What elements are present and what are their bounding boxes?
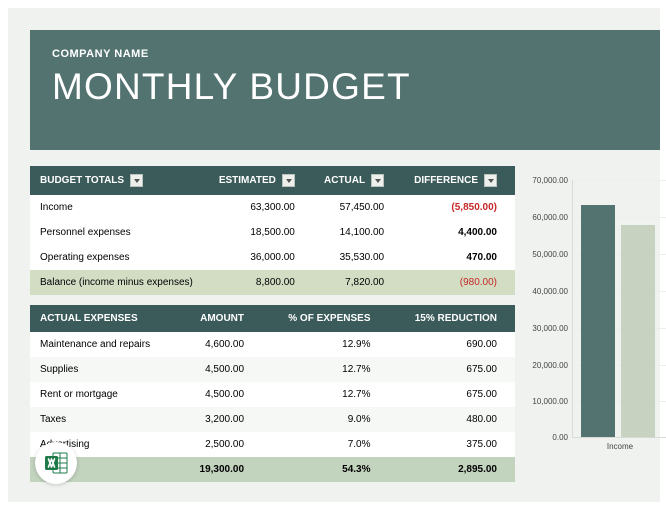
ytick: 30,000.00 <box>526 324 568 333</box>
excel-icon[interactable] <box>35 442 77 484</box>
chart-plot-area <box>572 180 666 438</box>
ytick: 60,000.00 <box>526 213 568 222</box>
page-title: MONTHLY BUDGET <box>52 66 638 108</box>
filter-icon[interactable] <box>130 174 143 187</box>
balance-row: Balance (income minus expenses) 8,800.00… <box>30 270 515 295</box>
table-row: Taxes 3,200.00 9.0% 480.00 <box>30 407 515 432</box>
spreadsheet-canvas: COMPANY NAME MONTHLY BUDGET BUDGET TOTAL… <box>8 8 660 502</box>
company-name: COMPANY NAME <box>52 48 638 60</box>
col-header-amount[interactable]: AMOUNT <box>180 305 262 332</box>
ytick: 20,000.00 <box>526 361 568 370</box>
ytick: 40,000.00 <box>526 287 568 296</box>
filter-icon[interactable] <box>371 174 384 187</box>
budget-totals-table: BUDGET TOTALS ESTIMATED ACTUAL DIFFERENC… <box>30 166 515 295</box>
filter-icon[interactable] <box>282 174 295 187</box>
main-tables: BUDGET TOTALS ESTIMATED ACTUAL DIFFERENC… <box>30 166 515 482</box>
ytick: 50,000.00 <box>526 250 568 259</box>
actual-expenses-table: ACTUAL EXPENSES AMOUNT % OF EXPENSES 15%… <box>30 305 515 482</box>
col-header-budget-totals[interactable]: BUDGET TOTALS <box>30 166 207 195</box>
total-row: 19,300.00 54.3% 2,895.00 <box>30 457 515 482</box>
chart-bar-actual <box>621 225 655 437</box>
table-row: Personnel expenses 18,500.00 14,100.00 4… <box>30 220 515 245</box>
budget-totals-header-row: BUDGET TOTALS ESTIMATED ACTUAL DIFFERENC… <box>30 166 515 195</box>
filter-icon[interactable] <box>484 174 497 187</box>
col-header-actual[interactable]: ACTUAL <box>313 166 402 195</box>
actual-expenses-header-row: ACTUAL EXPENSES AMOUNT % OF EXPENSES 15%… <box>30 305 515 332</box>
ytick: 70,000.00 <box>526 176 568 185</box>
col-header-reduction[interactable]: 15% REDUCTION <box>389 305 516 332</box>
col-header-pct[interactable]: % OF EXPENSES <box>262 305 388 332</box>
table-row: Rent or mortgage 4,500.00 12.7% 675.00 <box>30 382 515 407</box>
table-row: Operating expenses 36,000.00 35,530.00 4… <box>30 245 515 270</box>
table-row: Supplies 4,500.00 12.7% 675.00 <box>30 357 515 382</box>
col-header-difference[interactable]: DIFFERENCE <box>402 166 515 195</box>
table-row: Maintenance and repairs 4,600.00 12.9% 6… <box>30 332 515 357</box>
chart-category-label: Income <box>572 442 666 451</box>
col-header-actual-expenses[interactable]: ACTUAL EXPENSES <box>30 305 180 332</box>
table-row: Income 63,300.00 57,450.00 (5,850.00) <box>30 195 515 220</box>
table-row: Advertising 2,500.00 7.0% 375.00 <box>30 432 515 457</box>
hero-banner: COMPANY NAME MONTHLY BUDGET <box>30 30 660 150</box>
chart-bar-estimated <box>581 205 615 437</box>
ytick: 0.00 <box>526 433 568 442</box>
ytick: 10,000.00 <box>526 397 568 406</box>
col-header-estimated[interactable]: ESTIMATED <box>207 166 313 195</box>
income-chart: 70,000.00 60,000.00 50,000.00 40,000.00 … <box>526 180 666 470</box>
